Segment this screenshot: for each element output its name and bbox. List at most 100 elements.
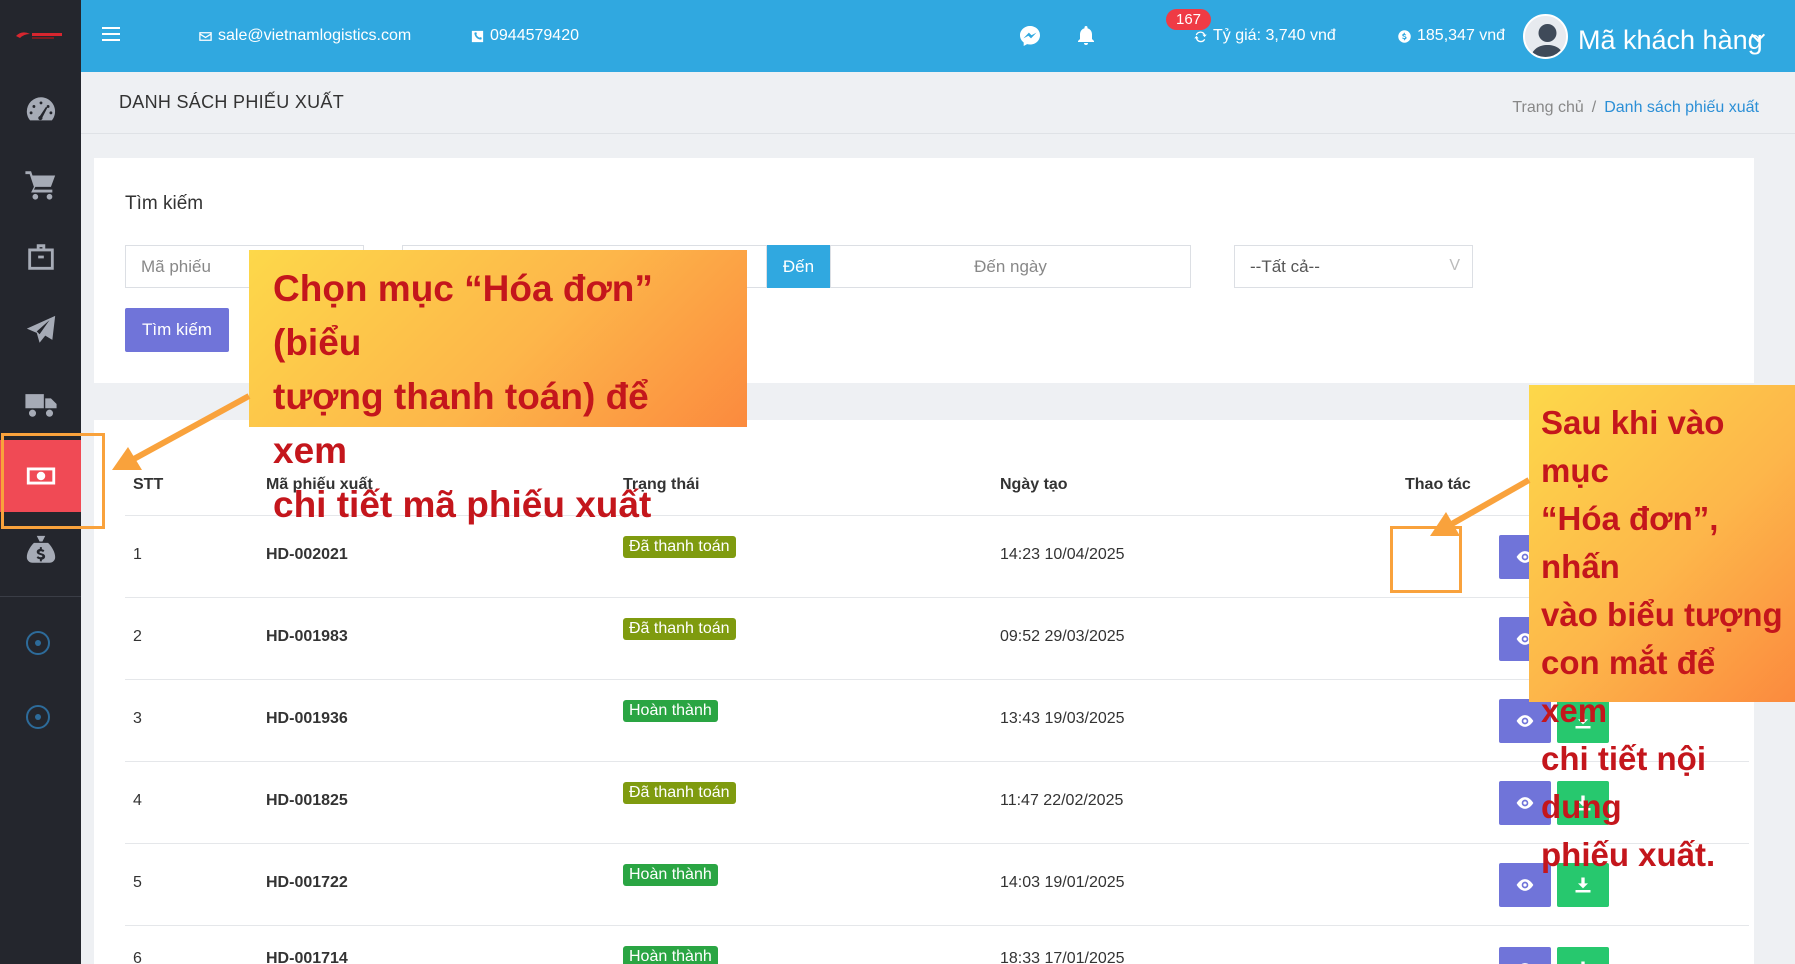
- notifications-button[interactable]: [1074, 0, 1103, 72]
- view-button[interactable]: [1499, 947, 1551, 964]
- eye-icon: [1516, 797, 1534, 809]
- sidebar-item-shipping[interactable]: [0, 294, 81, 366]
- download-button[interactable]: [1557, 947, 1609, 964]
- row-date: 09:52 29/03/2025: [1000, 628, 1125, 645]
- row-date: 14:23 10/04/2025: [1000, 546, 1125, 563]
- exchange-rate-text: Tỷ giá: 3,740 vnđ: [1213, 27, 1336, 44]
- row-stt: 5: [133, 874, 142, 891]
- page-title: DANH SÁCH PHIẾU XUẤT: [119, 92, 345, 112]
- status-select[interactable]: --Tất cả-- V: [1234, 245, 1473, 288]
- account-balance-text: 185,347 vnđ: [1417, 27, 1506, 44]
- highlight-sidebar-invoice: [1, 433, 105, 529]
- envelope-icon: [199, 31, 212, 41]
- table-row: 4 HD-001825 Đã thanh toán 11:47 22/02/20…: [125, 761, 1749, 843]
- row-date: 14:03 19/01/2025: [1000, 874, 1125, 891]
- contact-email-text: sale@vietnamlogistics.com: [218, 27, 412, 44]
- sidebar-item-delivery[interactable]: [0, 368, 81, 440]
- sidebar-item-orders[interactable]: [0, 221, 81, 293]
- header-date: Ngày tạo: [1000, 476, 1068, 493]
- annotation-left-line-2: tượng thanh toán) để xem: [273, 376, 649, 471]
- row-code: HD-001722: [266, 874, 348, 891]
- refresh-icon: [1194, 30, 1207, 42]
- status-badge: Đã thanh toán: [623, 782, 736, 804]
- status-badge: Hoàn thành: [623, 946, 718, 964]
- dashboard-icon: [26, 97, 55, 121]
- status-badge: Đã thanh toán: [623, 536, 736, 558]
- table-row: 3 HD-001936 Hoàn thành 13:43 19/03/2025: [125, 679, 1749, 761]
- contact-phone-text: 0944579420: [490, 27, 579, 44]
- breadcrumb-separator: /: [1591, 99, 1597, 116]
- breadcrumb: Trang chủ / Danh sách phiếu xuất: [1512, 99, 1759, 117]
- table-row: 5 HD-001722 Hoàn thành 14:03 19/01/2025: [125, 843, 1749, 925]
- contact-email[interactable]: sale@vietnamlogistics.com: [198, 0, 411, 72]
- search-button[interactable]: Tìm kiếm: [125, 308, 229, 352]
- row-stt: 3: [133, 710, 142, 727]
- sidebar-item-extra-1[interactable]: [26, 631, 50, 655]
- row-code: HD-002021: [266, 546, 348, 563]
- to-date-input[interactable]: Đến ngày: [830, 245, 1191, 288]
- search-title: Tìm kiếm: [125, 193, 204, 214]
- bag-icon: [27, 244, 54, 270]
- row-date: 18:33 17/01/2025: [1000, 950, 1125, 964]
- code-search-placeholder: Mã phiếu: [141, 256, 211, 276]
- annotation-right-line-5: chi tiết nội dung: [1541, 740, 1706, 825]
- to-date-placeholder: Đến ngày: [974, 256, 1047, 276]
- row-date: 13:43 19/03/2025: [1000, 710, 1125, 727]
- phone-icon: [471, 30, 484, 42]
- annotation-right-line-1: Sau khi vào mục: [1541, 404, 1725, 489]
- contact-phone[interactable]: 0944579420: [470, 0, 579, 72]
- row-code: HD-001983: [266, 628, 348, 645]
- to-date-label: Đến: [767, 245, 830, 288]
- exchange-rate: Tỷ giá: 3,740 vnđ: [1193, 0, 1336, 72]
- messenger-button[interactable]: [1018, 0, 1047, 72]
- account-balance: 185,347 vnđ: [1397, 0, 1505, 72]
- truck-icon: [24, 394, 57, 417]
- row-stt: 2: [133, 628, 142, 645]
- status-badge: Hoàn thành: [623, 700, 718, 722]
- row-stt: 1: [133, 546, 142, 563]
- user-avatar-icon: [1525, 16, 1566, 57]
- sidebar-item-cart[interactable]: [0, 148, 81, 220]
- bell-icon: [1078, 26, 1094, 45]
- annotation-callout-right: Sau khi vào mục “Hóa đơn”, nhấn vào biểu…: [1529, 385, 1795, 873]
- dollar-circle-icon: [1398, 29, 1411, 43]
- eye-icon: [1521, 963, 1529, 964]
- annotation-callout-left: Chọn mục “Hóa đơn” (biểu tượng thanh toá…: [249, 250, 747, 525]
- row-code: HD-001825: [266, 792, 348, 809]
- sidebar-item-extra-2[interactable]: [26, 705, 50, 729]
- hamburger-menu-icon[interactable]: [102, 27, 120, 41]
- annotation-right-line-2: “Hóa đơn”, nhấn: [1541, 500, 1719, 585]
- breadcrumb-home[interactable]: Trang chủ: [1512, 99, 1583, 116]
- money-bag-icon: [26, 535, 55, 563]
- eye-icon: [1516, 879, 1534, 891]
- company-logo: [16, 32, 62, 39]
- table-row: 2 HD-001983 Đã thanh toán 09:52 29/03/20…: [125, 597, 1749, 679]
- header-stt: STT: [133, 476, 164, 493]
- status-select-value: --Tất cả--: [1250, 256, 1320, 276]
- annotation-left-line-1: Chọn mục “Hóa đơn” (biểu: [273, 268, 653, 363]
- annotation-right-line-4: con mắt để xem: [1541, 644, 1716, 729]
- paper-plane-icon: [26, 315, 55, 343]
- user-name[interactable]: Mã khách hàng: [1578, 0, 1763, 80]
- header-actions: Thao tác: [1405, 476, 1471, 493]
- annotation-right-line-6: phiếu xuất.: [1541, 836, 1716, 873]
- breadcrumb-current[interactable]: Danh sách phiếu xuất: [1604, 99, 1759, 116]
- table-row: 6 HD-001714 Hoàn thành 18:33 17/01/2025: [125, 925, 1749, 964]
- row-stt: 4: [133, 792, 142, 809]
- messenger-icon: [1020, 26, 1040, 46]
- row-code: HD-001714: [266, 950, 348, 964]
- eye-icon: [1516, 715, 1534, 727]
- avatar[interactable]: [1523, 14, 1568, 59]
- row-stt: 6: [133, 950, 142, 964]
- select-caret-icon: V: [1449, 257, 1460, 274]
- annotation-left-line-3: chi tiết mã phiếu xuất: [273, 484, 652, 525]
- download-icon: [1581, 961, 1585, 964]
- row-code: HD-001936: [266, 710, 348, 727]
- row-date: 11:47 22/02/2025: [1000, 792, 1124, 809]
- topbar: sale@vietnamlogistics.com 0944579420 167…: [81, 0, 1795, 72]
- highlight-view-button: [1390, 526, 1462, 593]
- status-badge: Đã thanh toán: [623, 618, 736, 640]
- header-divider: [81, 133, 1795, 134]
- sidebar-divider: [0, 596, 81, 597]
- sidebar-item-dashboard[interactable]: [0, 74, 81, 146]
